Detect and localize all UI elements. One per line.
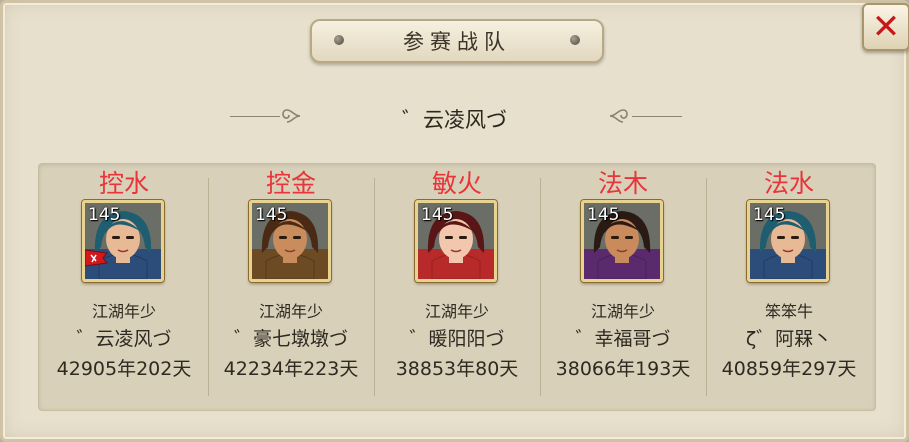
member-name: ゛豪七墩墩づ [233, 328, 348, 350]
level-badge: 145 [753, 205, 786, 225]
member-card[interactable]: 控金 145 江湖年少゛豪七墩墩づ 42234年223天 [208, 164, 374, 410]
member-portrait[interactable]: 145 [82, 200, 164, 282]
member-title: 江湖年少 [91, 302, 156, 321]
member-playtime: 42234年223天 [223, 358, 359, 380]
level-badge: 145 [255, 205, 288, 225]
member-card[interactable]: 法木 145 江湖年少゛幸福哥づ 38066年193天 [540, 164, 706, 410]
team-name: ゛云凌风づ [402, 108, 507, 132]
level-badge: 145 [88, 205, 121, 225]
member-playtime: 40859年297天 [721, 358, 857, 380]
level-badge: 145 [587, 205, 620, 225]
captain-flag-icon [85, 249, 109, 267]
close-button[interactable]: ✕ [862, 3, 909, 51]
member-playtime: 38066年193天 [555, 358, 691, 380]
close-icon[interactable]: ✕ [872, 10, 901, 44]
member-role: 控水 [98, 169, 149, 198]
member-role: 敏火 [431, 169, 482, 198]
member-name: ゛云凌风づ [76, 328, 172, 350]
member-card[interactable]: 法水 145 笨笨牛 ζ゛阿槑丶 40859年297天 [706, 164, 872, 410]
member-playtime: 38853年80天 [395, 358, 519, 380]
member-portrait[interactable]: 145 [747, 200, 829, 282]
member-name: ζ゛阿槑丶 [745, 328, 833, 350]
member-title: 江湖年少 [424, 302, 489, 321]
member-name: ゛暖阳阳づ [409, 328, 505, 350]
member-role: 控金 [265, 169, 316, 198]
rivet-decoration [334, 35, 344, 45]
ornament-line [632, 116, 682, 117]
level-badge: 145 [421, 205, 454, 225]
dialog-title-plate: 参赛战队 [310, 19, 604, 63]
member-title: 笨笨牛 [764, 302, 813, 321]
member-portrait[interactable]: 145 [581, 200, 663, 282]
dialog-title: 参赛战队 [403, 30, 511, 54]
rivet-decoration [570, 35, 580, 45]
member-title: 江湖年少 [590, 302, 655, 321]
team-roster: 控水 145 江湖年少゛云凌风づ 42905年202天 控金 145 江湖年少゛豪七墩墩づ 4… [38, 163, 876, 411]
member-card[interactable]: 敏火 145 江湖年少゛暖阳阳づ 38853年80天 [374, 164, 540, 410]
team-name-row: ゛云凌风づ [0, 98, 909, 136]
member-portrait[interactable]: 145 [249, 200, 331, 282]
member-role: 法水 [763, 169, 814, 198]
member-title: 江湖年少 [258, 302, 323, 321]
scroll-ornament-icon [609, 109, 628, 123]
member-portrait[interactable]: 145 [415, 200, 497, 282]
member-name: ゛幸福哥づ [575, 328, 671, 350]
member-role: 法木 [597, 169, 648, 198]
member-playtime: 42905年202天 [56, 358, 192, 380]
member-card[interactable]: 控水 145 江湖年少゛云凌风づ 42905年202天 [41, 164, 207, 410]
